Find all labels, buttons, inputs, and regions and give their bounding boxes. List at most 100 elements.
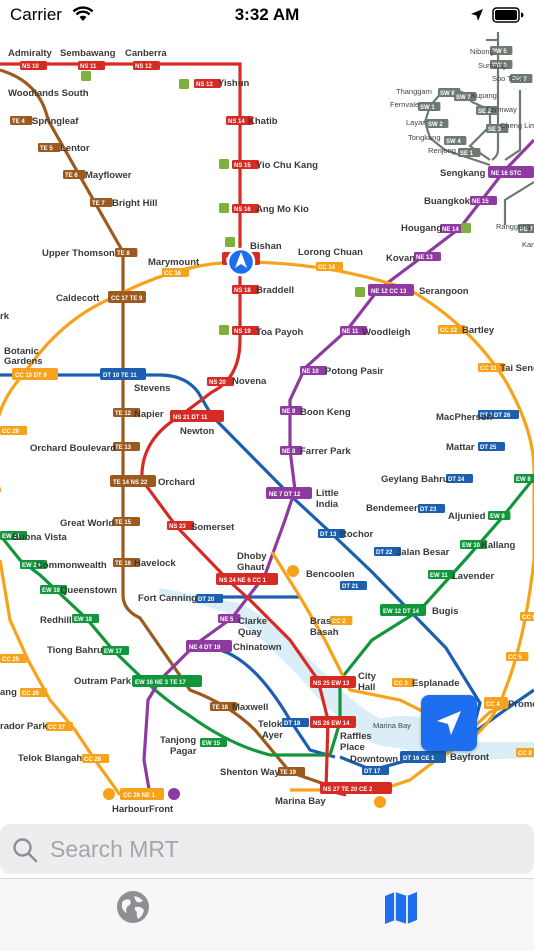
- status-bar: Carrier 3:32 AM: [0, 0, 534, 32]
- station-marymount: Marymount: [148, 257, 200, 268]
- station-yio-chu-kang: Yio Chu Kang: [256, 160, 318, 171]
- station-code-text: EW 8: [516, 477, 531, 483]
- station-toa-payoh: Toa Payoh: [256, 327, 304, 338]
- station-caldecott: Caldecott: [56, 293, 100, 304]
- station-kovan: Kovan: [386, 253, 415, 264]
- station-telok-ayer-2: Ayer: [262, 730, 283, 741]
- station-harbourfront: HarbourFront: [112, 804, 174, 812]
- station-somerset: Somerset: [191, 522, 235, 533]
- station-code-text: EW 17: [104, 649, 123, 655]
- station-farmway: Farmway: [486, 105, 517, 114]
- search-input[interactable]: [50, 833, 510, 865]
- station-sengkang: Sengkang: [440, 168, 486, 179]
- station-code-text: DT 20: [198, 597, 215, 603]
- svg-text:EW 16 NE 3 TE 17: EW 16 NE 3 TE 17: [135, 680, 186, 686]
- station-code-text: TE 12: [115, 411, 132, 417]
- station-dhoby-ghaut-1: Dhoby: [237, 551, 267, 562]
- station-ranggung: Ranggung: [496, 222, 531, 231]
- station-code-text: DT 25: [480, 445, 497, 451]
- map-icon[interactable]: [383, 891, 419, 925]
- station-havelock: Havelock: [134, 558, 176, 569]
- station-buona-vista: Buona Vista: [12, 532, 67, 543]
- battery-icon: [492, 7, 524, 23]
- station-botanic-gardens-2: Gardens: [4, 356, 43, 367]
- station-lavender: Lavender: [452, 571, 495, 582]
- station-code-text: DT 22: [376, 550, 393, 556]
- station-code-text: DT 24: [448, 477, 465, 483]
- station-city-hall-2: Hall: [358, 682, 375, 693]
- station-code-text: NS 16: [234, 207, 251, 213]
- bus-interchange-icon: [461, 223, 471, 233]
- station-kupang: Kupang: [471, 91, 497, 100]
- station-code-text: EW 9: [490, 514, 505, 520]
- svg-text:NE 12 CC 13: NE 12 CC 13: [371, 289, 407, 295]
- station-tiong-bahru: Tiong Bahru: [47, 645, 103, 656]
- station-code-text: CC 2: [332, 619, 346, 625]
- station-bugis: Bugis: [432, 606, 458, 617]
- station-code-text: NE 5: [220, 617, 234, 623]
- station-code-text: NE 8: [282, 449, 296, 455]
- station-raffles-place-1: Raffles: [340, 731, 372, 742]
- station-little-india-2: India: [316, 499, 339, 510]
- station-ang-mo-kio: Ang Mo Kio: [256, 204, 309, 215]
- station-code-text: SW 1: [420, 105, 435, 111]
- station-renjong: Renjong: [428, 146, 456, 155]
- svg-text:CC 17 TE 9: CC 17 TE 9: [111, 296, 143, 302]
- station-khatib: Khatib: [248, 116, 278, 127]
- station-fernvale: Fernvale: [390, 100, 419, 109]
- station-tongkang: Tongkang: [408, 133, 441, 142]
- station-farrer-park: Farrer Park: [300, 446, 351, 457]
- station-code-text: NE 11: [342, 329, 359, 335]
- station-code-text: DT 18: [284, 721, 301, 727]
- station-tanjong-pagar-1: Tanjong: [160, 735, 196, 746]
- search-bar[interactable]: [0, 824, 534, 874]
- station-code-text: TE 15: [115, 520, 132, 526]
- station-code-text: SW 7: [456, 95, 471, 101]
- label-fragment-kang: Kang: [522, 240, 534, 249]
- station-thanggam: Thanggam: [396, 87, 432, 96]
- station-code-text: CC 8: [518, 751, 532, 757]
- marina-bay-water-label: Marina Bay: [373, 721, 411, 730]
- station-rochor: Rochor: [340, 529, 374, 540]
- station-code-text: NE 14: [442, 227, 459, 233]
- current-position-marker: [226, 247, 256, 277]
- station-chinatown: Chinatown: [233, 642, 282, 653]
- station-code-text: TE 6: [65, 173, 78, 179]
- station-tai-seng: Tai Seng: [500, 363, 534, 374]
- svg-text:NS 25 EW 13: NS 25 EW 13: [313, 681, 350, 687]
- station-nibong: Nibong: [470, 47, 494, 56]
- station-code-text: NS 23: [169, 524, 186, 530]
- station-clarke-quay-2: Quay: [238, 627, 262, 638]
- station-code-text: CC 12: [440, 328, 458, 334]
- station-code-text: TE 7: [92, 201, 105, 207]
- station-code-text: TE 13: [115, 445, 132, 451]
- station-code-text: SE 1: [460, 151, 474, 157]
- station-springleaf: Springleaf: [32, 116, 79, 127]
- station-code-text: CC 27: [48, 725, 66, 731]
- station-marina-bay: Marina Bay: [275, 796, 326, 807]
- station-code-text: CC 20: [2, 429, 20, 435]
- bus-interchange-icon: [225, 237, 235, 247]
- station-code-text: NS 20: [209, 380, 226, 386]
- svg-text:NS 21 DT 11: NS 21 DT 11: [173, 415, 208, 421]
- station-maxwell: Maxwell: [232, 702, 268, 713]
- station-code-text: NS 18: [234, 288, 251, 294]
- search-icon: [13, 838, 38, 863]
- station-buangkok: Buangkok: [424, 196, 471, 207]
- station-fort-canning: Fort Canning: [138, 593, 197, 604]
- locate-me-button[interactable]: [421, 695, 477, 751]
- station-bayfront: Bayfront: [450, 752, 490, 763]
- globe-icon[interactable]: [116, 890, 150, 924]
- station-code-text: NS 13: [196, 82, 213, 88]
- station-canberra: Canberra: [125, 48, 167, 59]
- tab-bar: [0, 878, 534, 951]
- station-soo-teck: Soo Teck: [492, 74, 523, 83]
- station-code-text: TE 4: [12, 119, 25, 125]
- station-bishan: Bishan: [250, 241, 282, 252]
- svg-text:CC 29 NE 1: CC 29 NE 1: [123, 793, 156, 799]
- station-great-world: Great World: [60, 518, 114, 529]
- station-mayflower: Mayflower: [85, 170, 132, 181]
- station-admiralty: Admiralty: [8, 48, 53, 59]
- station-code-text: NS 19: [234, 329, 251, 335]
- station-little-india-1: Little: [316, 488, 339, 499]
